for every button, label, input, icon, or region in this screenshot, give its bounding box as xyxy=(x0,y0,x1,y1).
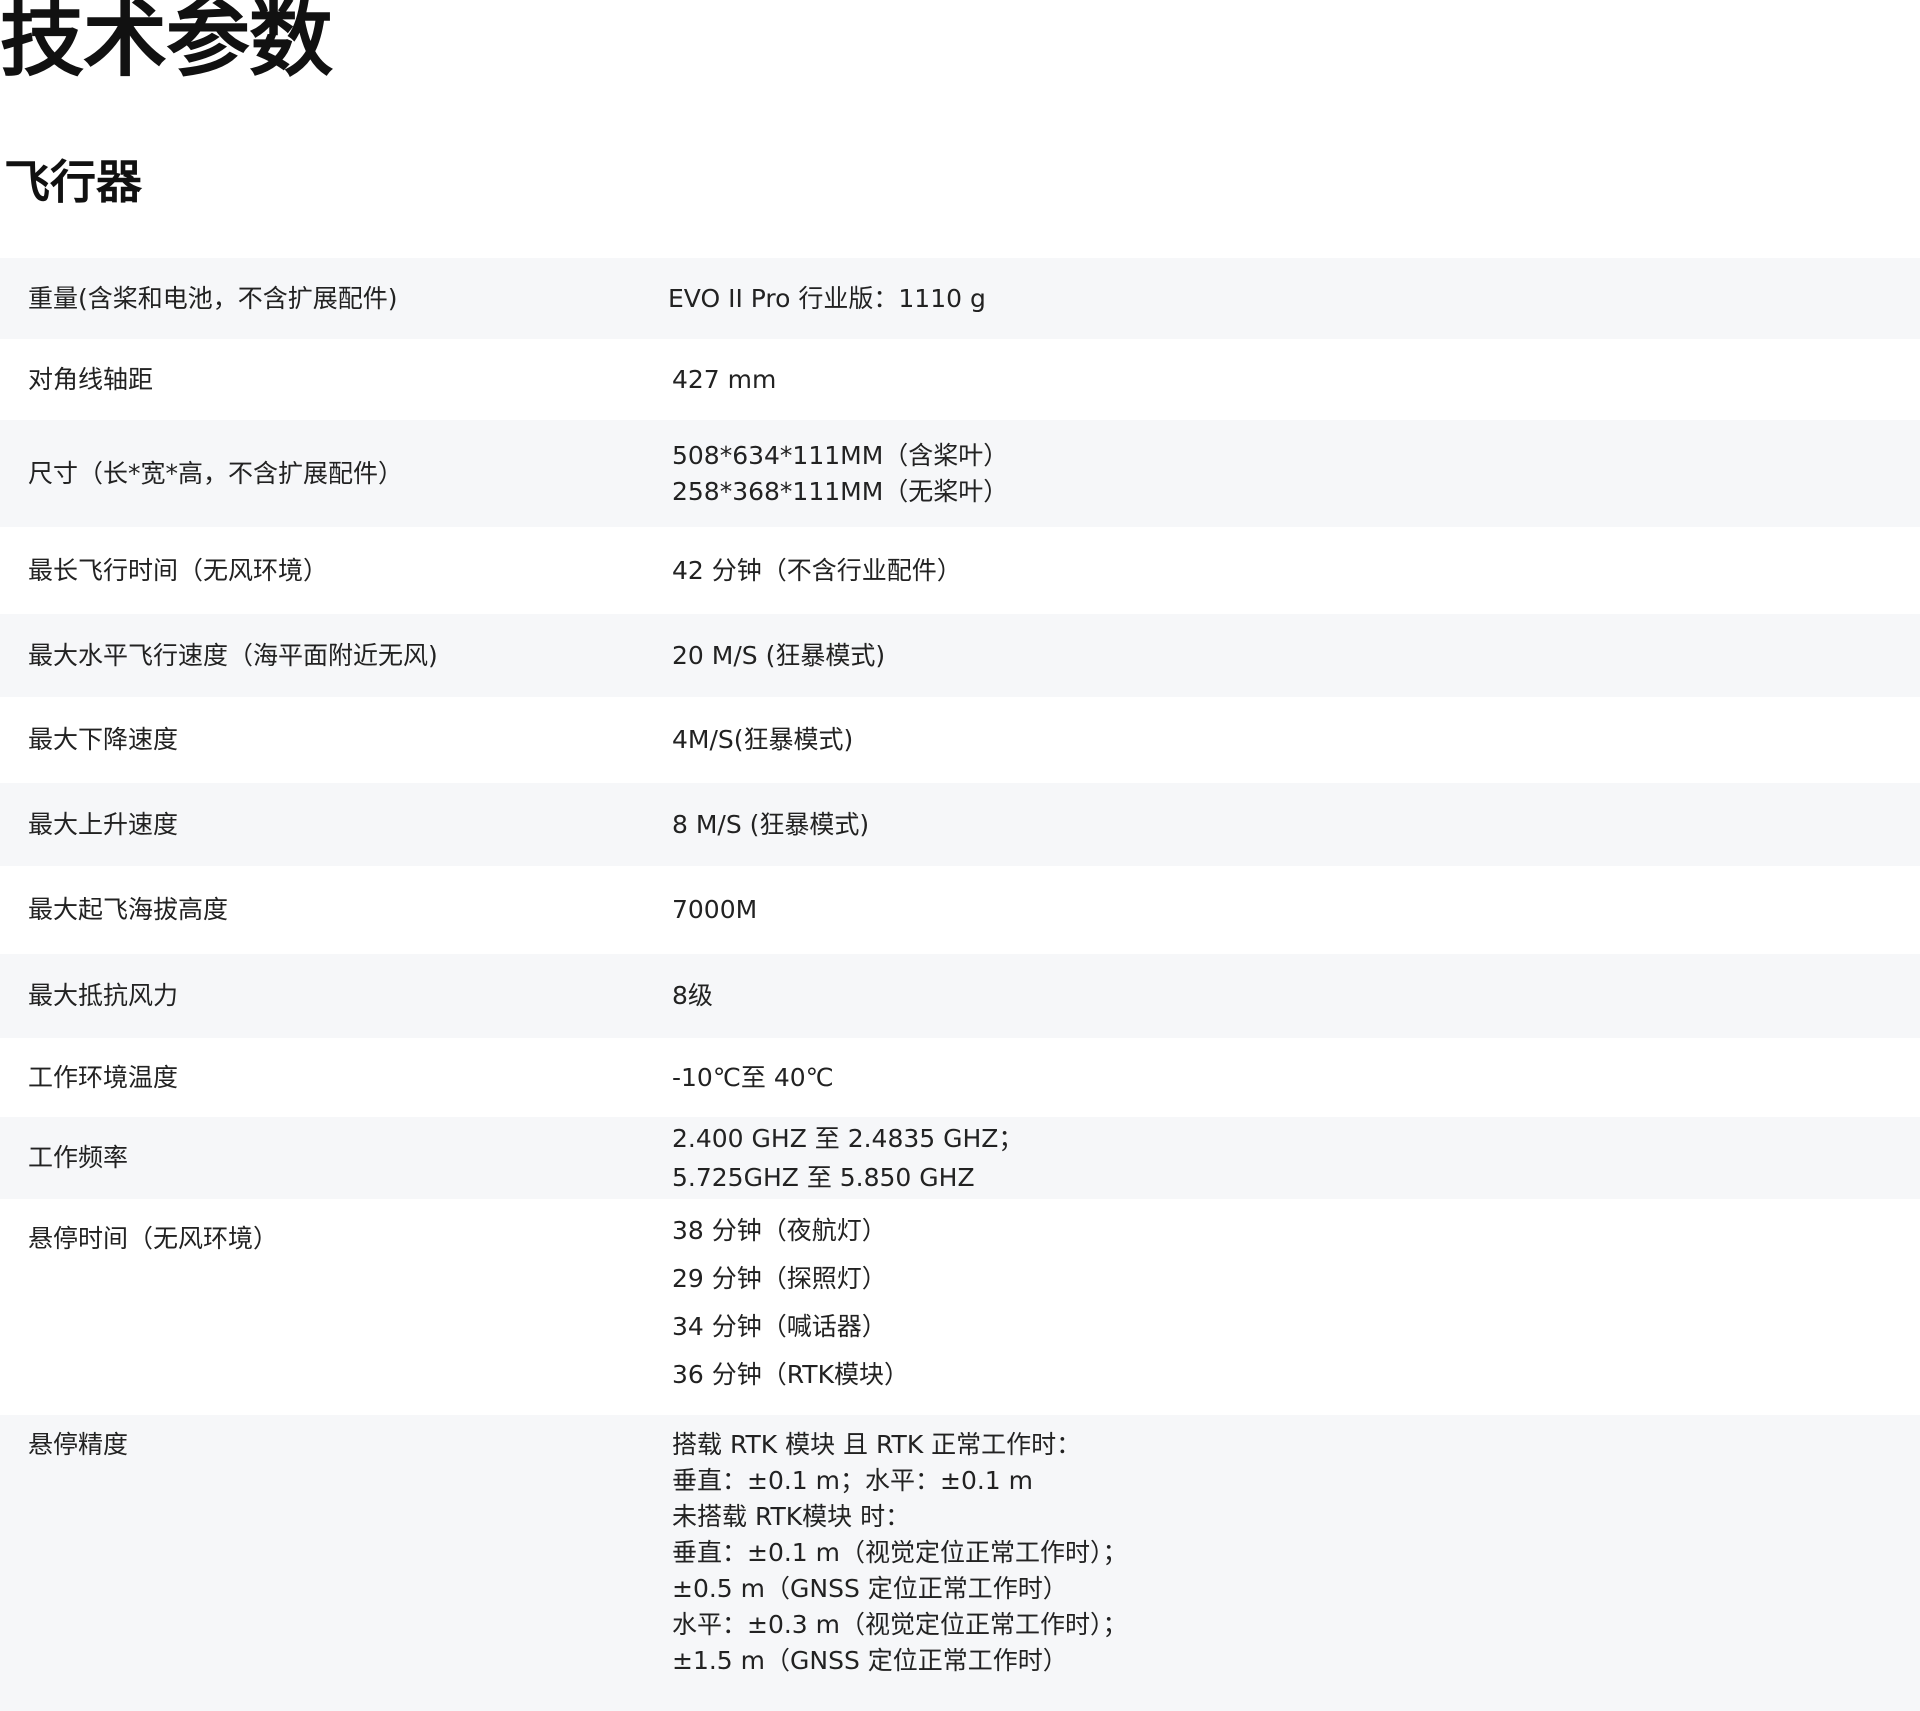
spec-value-line: EVO II Pro 行业版：1110 g xyxy=(668,283,986,313)
spec-value-line: 5.725GHZ 至 5.850 GHZ xyxy=(672,1163,975,1192)
spec-row-max-descent-speed: 最大下降速度 4M/S(狂暴模式) xyxy=(0,697,1920,783)
spec-value-line: 搭载 RTK 模块 且 RTK 正常工作时： xyxy=(672,1430,1082,1459)
spec-value-line: 36 分钟（RTK模块） xyxy=(672,1360,909,1389)
spec-value: 8 M/S (狂暴模式) xyxy=(646,807,1920,843)
spec-value-line: 258*368*111MM（无桨叶） xyxy=(672,476,1009,506)
spec-label: 最大抵抗风力 xyxy=(28,981,179,1010)
spec-label: 最大起飞海拔高度 xyxy=(28,895,229,924)
spec-value: 2.400 GHZ 至 2.4835 GHZ； 5.725GHZ 至 5.850… xyxy=(646,1119,1920,1197)
spec-value-line: 20 M/S (狂暴模式) xyxy=(672,640,886,670)
spec-value: 4M/S(狂暴模式) xyxy=(646,722,1920,758)
spec-label: 悬停精度 xyxy=(28,1430,129,1459)
spec-label: 尺寸（长*宽*高，不含扩展配件） xyxy=(28,458,404,488)
spec-row-max-wind-resistance: 最大抵抗风力 8级 xyxy=(0,954,1920,1038)
spec-row-operating-temperature: 工作环境温度 -10℃至 40℃ xyxy=(0,1038,1920,1117)
spec-row-hover-accuracy: 悬停精度 搭载 RTK 模块 且 RTK 正常工作时： 垂直：±0.1 m；水平… xyxy=(0,1415,1920,1711)
spec-label: 对角线轴距 xyxy=(28,364,154,394)
spec-row-max-takeoff-altitude: 最大起飞海拔高度 7000M xyxy=(0,866,1920,954)
spec-row-wheelbase: 对角线轴距 427 mm xyxy=(0,339,1920,420)
spec-label: 最大水平飞行速度（海平面附近无风) xyxy=(28,640,438,670)
spec-label: 重量(含桨和电池，不含扩展配件) xyxy=(28,283,398,313)
spec-value: 42 分钟（不含行业配件） xyxy=(646,553,1920,589)
spec-value-line: ±0.5 m（GNSS 定位正常工作时） xyxy=(672,1574,1068,1603)
spec-value-line: 垂直：±0.1 m（视觉定位正常工作时）； xyxy=(672,1538,1128,1567)
spec-value-line: 508*634*111MM（含桨叶） xyxy=(672,440,1009,470)
spec-label: 工作频率 xyxy=(28,1143,129,1172)
spec-value: EVO II Pro 行业版：1110 g xyxy=(646,281,1920,317)
spec-value-line: 8 M/S (狂暴模式) xyxy=(672,809,870,839)
spec-row-max-horizontal-speed: 最大水平飞行速度（海平面附近无风) 20 M/S (狂暴模式) xyxy=(0,614,1920,697)
spec-value-line: 38 分钟（夜航灯） xyxy=(672,1216,887,1245)
spec-value: -10℃至 40℃ xyxy=(646,1060,1920,1096)
spec-value-line: 垂直：±0.1 m；水平：±0.1 m xyxy=(672,1466,1034,1495)
spec-row-weight: 重量(含桨和电池，不含扩展配件) EVO II Pro 行业版：1110 g xyxy=(0,258,1920,339)
spec-value: 427 mm xyxy=(646,362,1920,398)
spec-row-max-ascent-speed: 最大上升速度 8 M/S (狂暴模式) xyxy=(0,783,1920,866)
spec-value-line: 7000M xyxy=(672,895,758,924)
spec-value-line: 42 分钟（不含行业配件） xyxy=(672,555,962,585)
spec-row-operating-frequency: 工作频率 2.400 GHZ 至 2.4835 GHZ； 5.725GHZ 至 … xyxy=(0,1117,1920,1199)
spec-value-line: 4M/S(狂暴模式) xyxy=(672,725,854,754)
spec-value: 508*634*111MM（含桨叶） 258*368*111MM（无桨叶） xyxy=(646,438,1920,510)
page-title: 技术参数 xyxy=(0,0,333,88)
spec-value-line: 8级 xyxy=(672,981,713,1010)
spec-value-line: 未搭载 RTK模块 时： xyxy=(672,1502,911,1531)
spec-value-line: 29 分钟（探照灯） xyxy=(672,1264,887,1293)
spec-value-line: 427 mm xyxy=(672,364,777,394)
spec-value: 搭载 RTK 模块 且 RTK 正常工作时： 垂直：±0.1 m；水平：±0.1… xyxy=(646,1427,1920,1679)
spec-value-line: ±1.5 m（GNSS 定位正常工作时） xyxy=(672,1646,1068,1675)
spec-value: 8级 xyxy=(646,978,1920,1014)
spec-value-line: 2.400 GHZ 至 2.4835 GHZ； xyxy=(672,1124,1024,1153)
spec-label: 最长飞行时间（无风环境） xyxy=(28,555,329,585)
spec-value: 20 M/S (狂暴模式) xyxy=(646,638,1920,674)
spec-value-line: 34 分钟（喊话器） xyxy=(672,1312,887,1341)
spec-value-line: -10℃至 40℃ xyxy=(672,1062,834,1092)
spec-label: 工作环境温度 xyxy=(28,1062,179,1092)
spec-row-hover-time: 悬停时间（无风环境） 38 分钟（夜航灯） 29 分钟（探照灯） 34 分钟（喊… xyxy=(0,1199,1920,1415)
spec-row-dimensions: 尺寸（长*宽*高，不含扩展配件） 508*634*111MM（含桨叶） 258*… xyxy=(0,420,1920,527)
spec-label: 最大下降速度 xyxy=(28,725,179,754)
spec-value: 7000M xyxy=(646,892,1920,928)
spec-row-max-flight-time: 最长飞行时间（无风环境） 42 分钟（不含行业配件） xyxy=(0,527,1920,614)
spec-label: 悬停时间（无风环境） xyxy=(28,1224,279,1253)
spec-table: 重量(含桨和电池，不含扩展配件) EVO II Pro 行业版：1110 g 对… xyxy=(0,258,1920,1711)
spec-value: 38 分钟（夜航灯） 29 分钟（探照灯） 34 分钟（喊话器） 36 分钟（R… xyxy=(646,1207,1920,1399)
spec-value-line: 水平：±0.3 m（视觉定位正常工作时）； xyxy=(672,1610,1128,1639)
section-title-aircraft: 飞行器 xyxy=(4,155,142,209)
spec-label: 最大上升速度 xyxy=(28,809,179,839)
